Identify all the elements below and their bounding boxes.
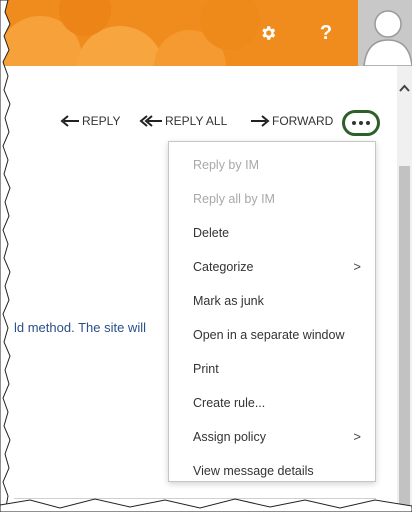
torn-paper-edge bbox=[0, 0, 412, 512]
